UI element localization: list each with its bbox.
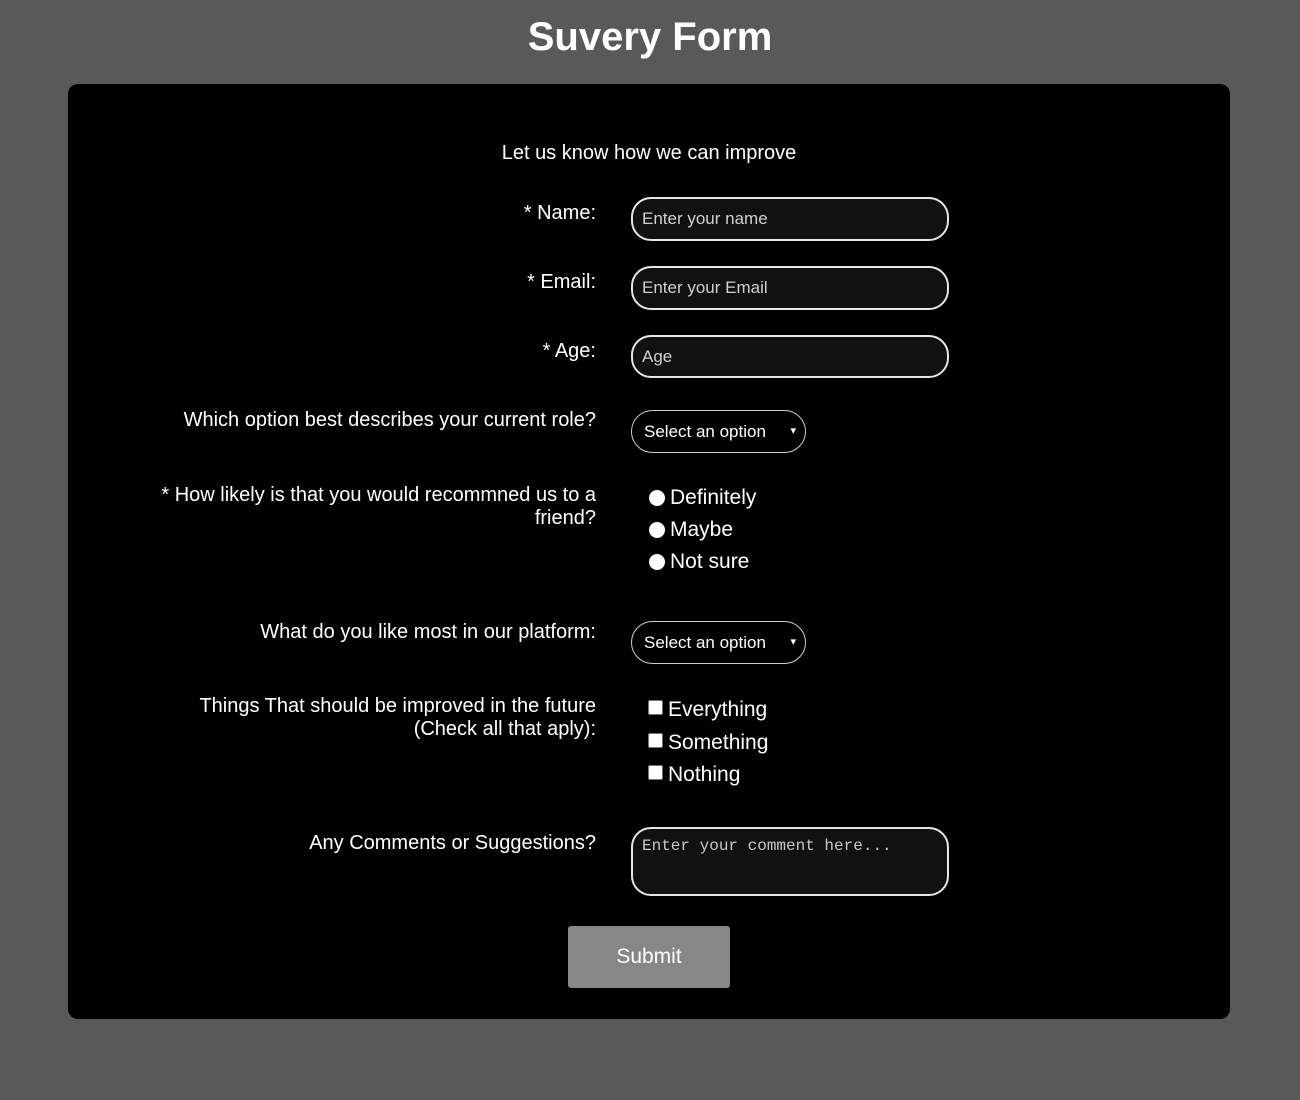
role-select[interactable]: Select an option ▾ <box>631 410 806 453</box>
radio-label: Definitely <box>670 486 757 509</box>
form-subtitle: Let us know how we can improve <box>501 142 797 164</box>
chevron-down-icon: ▾ <box>790 425 796 437</box>
role-select-value: Select an option <box>644 422 766 441</box>
radio-definitely[interactable]: Definitely <box>648 486 756 510</box>
checkbox-label: Nothing <box>668 763 741 786</box>
radio-button[interactable] <box>649 490 665 506</box>
improve-label-line1: Things That should be improved in the fu… <box>199 695 596 717</box>
age-label: * Age: <box>542 340 596 362</box>
improve-label-line2: (Check all that aply): <box>413 718 596 740</box>
checkbox-something[interactable]: Something <box>648 731 768 755</box>
recommend-label-line1: * How likely is that you would recommned… <box>161 484 596 506</box>
survey-form: Let us know how we can improve * Name: *… <box>68 84 1230 1019</box>
radio-button[interactable] <box>649 522 665 538</box>
platform-select[interactable]: Select an option ▾ <box>631 621 806 664</box>
chevron-down-icon: ▾ <box>790 636 796 648</box>
radio-label: Maybe <box>670 518 734 541</box>
name-label: * Name: <box>523 202 596 224</box>
platform-select-value: Select an option <box>644 633 766 652</box>
comments-textarea[interactable] <box>631 827 949 896</box>
comments-label: Any Comments or Suggestions? <box>309 832 596 854</box>
radio-maybe[interactable]: Maybe <box>648 518 733 542</box>
radio-label: Not sure <box>670 550 750 573</box>
checkbox-everything[interactable]: Everything <box>648 698 767 722</box>
improve-label: Things That should be improved in the fu… <box>199 695 596 741</box>
checkbox[interactable] <box>648 732 663 748</box>
age-input[interactable] <box>631 335 949 378</box>
checkbox[interactable] <box>648 699 663 715</box>
platform-label: What do you like most in our platform: <box>260 621 596 643</box>
radio-not-sure[interactable]: Not sure <box>648 550 749 574</box>
name-input[interactable] <box>631 197 949 241</box>
checkbox[interactable] <box>648 764 663 780</box>
recommend-label: * How likely is that you would recommned… <box>161 484 596 530</box>
email-input[interactable] <box>631 266 949 310</box>
radio-button[interactable] <box>649 554 665 570</box>
submit-button[interactable]: Submit <box>568 926 730 988</box>
checkbox-label: Everything <box>668 698 768 721</box>
role-label: Which option best describes your current… <box>183 409 596 431</box>
checkbox-nothing[interactable]: Nothing <box>648 763 740 787</box>
checkbox-label: Something <box>668 731 769 754</box>
recommend-label-line2: friend? <box>534 507 596 529</box>
email-label: * Email: <box>527 271 596 293</box>
page-title: Suvery Form <box>527 15 773 59</box>
